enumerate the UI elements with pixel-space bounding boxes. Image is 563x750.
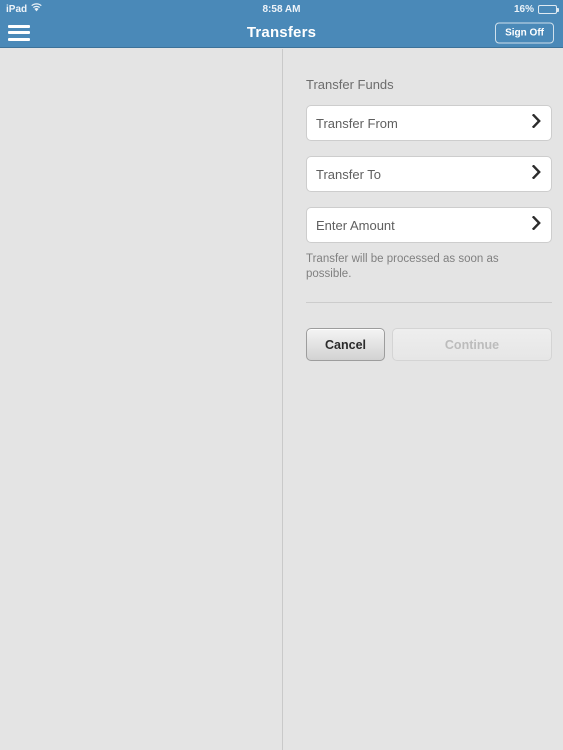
status-bar-time: 8:58 AM bbox=[262, 3, 301, 15]
chevron-right-icon bbox=[531, 215, 541, 235]
transfer-funds-pane: Transfer Funds Transfer From Transfer To… bbox=[284, 49, 563, 750]
enter-amount-label: Enter Amount bbox=[316, 217, 395, 233]
page-title: Transfers bbox=[246, 24, 317, 41]
enter-amount-field[interactable]: Enter Amount bbox=[306, 207, 552, 243]
status-bar-left: iPad bbox=[6, 3, 42, 15]
section-divider bbox=[306, 302, 552, 303]
status-bar-right: 16% bbox=[513, 3, 559, 15]
battery-icon bbox=[538, 4, 559, 14]
transfer-to-field[interactable]: Transfer To bbox=[306, 156, 552, 192]
helper-text: Transfer will be processed as soon as po… bbox=[306, 253, 499, 280]
device-label: iPad bbox=[6, 3, 28, 15]
transfer-to-label: Transfer To bbox=[316, 166, 382, 182]
nav-bar: Transfers Sign Off bbox=[0, 18, 563, 48]
cancel-button[interactable]: Cancel bbox=[306, 328, 385, 361]
status-bar: iPad 8:58 AM 16% bbox=[0, 0, 563, 18]
chevron-right-icon bbox=[531, 164, 541, 184]
transfer-from-label: Transfer From bbox=[316, 115, 398, 131]
wifi-icon bbox=[31, 3, 42, 15]
section-title: Transfer Funds bbox=[306, 77, 394, 92]
chevron-right-icon bbox=[531, 113, 541, 133]
left-master-pane bbox=[0, 49, 283, 750]
sign-off-button[interactable]: Sign Off bbox=[495, 22, 554, 43]
battery-percent-label: 16% bbox=[513, 3, 534, 15]
app-root: iPad 8:58 AM 16% Transfers Sign Off Tran… bbox=[0, 0, 563, 750]
transfer-from-field[interactable]: Transfer From bbox=[306, 105, 552, 141]
continue-button[interactable]: Continue bbox=[392, 328, 552, 361]
